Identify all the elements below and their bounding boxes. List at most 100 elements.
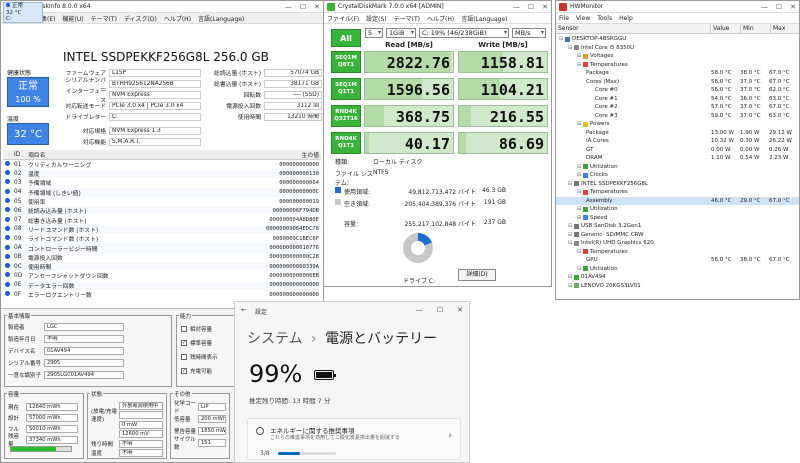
menu-item[interactable]: テーマ(T): [394, 14, 420, 23]
disk-tab[interactable]: 正常 32 °C C:: [3, 2, 43, 23]
sensor-row[interactable]: Package 13.00 W 1.90 W 29.12 W: [556, 129, 799, 138]
maximize-icon[interactable]: ☐: [776, 3, 782, 11]
table-row[interactable]: 08 リードコマンド数 (ホスト) 00000009064EDC78: [3, 224, 321, 235]
sensor-row[interactable]: IA Cores 10.32 W 0.30 W 26.22 W: [556, 137, 799, 146]
sensor-row[interactable]: ⊟ Temperatures: [556, 248, 799, 257]
breadcrumb-current: 電源とバッテリー: [325, 331, 438, 347]
capability-checkbox[interactable]: 残時間表示: [181, 352, 218, 361]
sensor-row[interactable]: ⊟ Clocks: [556, 171, 799, 180]
sensor-row[interactable]: Cores (Max) 58.0 °C 37.0 °C 67.0 °C: [556, 78, 799, 87]
table-row[interactable]: 09 ライトコマンド数 (ホスト) 0000009C1BEC6F: [3, 234, 321, 243]
table-row[interactable]: 0B 電源投入回数 000000000000C28: [3, 253, 321, 262]
test-button[interactable]: SEQ1M Q8T1: [331, 51, 361, 73]
capability-checkbox[interactable]: ✓ 標準容量: [181, 338, 212, 347]
sensor-row[interactable]: ⊟ Speed: [556, 214, 799, 223]
minimize-icon[interactable]: —: [513, 3, 520, 11]
table-row[interactable]: 05 使用率 000000000019: [3, 197, 321, 206]
sensor-row[interactable]: GT 0.00 W 0.00 W 0.26 W: [556, 146, 799, 155]
sensor-row[interactable]: Core #3 59.0 °C 37.0 °C 63.0 °C: [556, 112, 799, 121]
table-row[interactable]: 02 温度 000000000130: [3, 169, 321, 179]
table-row[interactable]: 0A コントローラービジー時間 000000000010776: [3, 243, 321, 253]
sensor-row[interactable]: ⊟ Generic- SD/MMC CRW: [556, 231, 799, 240]
sensor-row[interactable]: ⊟ LENOVO 20KGS3LV01: [556, 282, 799, 291]
health-badge[interactable]: 正常 100 %: [7, 77, 49, 107]
capability-checkbox[interactable]: 相対容量: [181, 324, 212, 333]
menu-item[interactable]: File: [559, 15, 569, 22]
sensor-row[interactable]: ⊟ Voltages: [556, 52, 799, 61]
minimize-icon[interactable]: —: [416, 306, 423, 314]
sensor-row[interactable]: ⊟ Utilization: [556, 163, 799, 172]
size-select[interactable]: 1GiB: [386, 28, 416, 38]
sensor-row[interactable]: Core #2 57.0 °C 37.0 °C 67.0 °C: [556, 103, 799, 112]
menu-item[interactable]: Tools: [597, 15, 612, 22]
menu-item[interactable]: ヘルプ(H): [427, 14, 454, 23]
all-button[interactable]: All: [331, 29, 361, 47]
capability-checkbox[interactable]: ✓ 充電可能: [181, 366, 212, 375]
close-icon[interactable]: ✕: [457, 306, 463, 314]
sensor-row[interactable]: ⊟ Intel(R) UHD Graphics 620: [556, 239, 799, 248]
menu-item[interactable]: テーマ(T): [91, 14, 117, 23]
sensor-row[interactable]: Core #0 56.0 °C 37.0 °C 62.0 °C: [556, 86, 799, 95]
table-row[interactable]: 06 総読み込み量 (ホスト) 00000006F794DB: [3, 206, 321, 216]
chevron-right-icon[interactable]: ›: [448, 431, 452, 441]
header-name[interactable]: 項目名: [26, 150, 203, 160]
minimize-icon[interactable]: —: [285, 3, 292, 11]
sensor-row[interactable]: ⊟ INTEL SSDPEKKF256G8L: [556, 180, 799, 189]
sensor-row[interactable]: Package 58.0 °C 38.0 °C 67.0 °C: [556, 69, 799, 78]
test-button[interactable]: RND4K Q32T16: [331, 105, 361, 127]
close-icon[interactable]: ✕: [542, 3, 548, 11]
table-row[interactable]: 04 予備領域 (しきい値) 00000000000C: [3, 187, 321, 197]
detail-button[interactable]: 詳細(D): [458, 269, 496, 281]
back-arrow-icon[interactable]: ←: [241, 306, 247, 314]
table-row[interactable]: 0E データエラー回数 000000000000000: [3, 280, 321, 290]
menu-item[interactable]: Help: [619, 15, 633, 22]
sensor-row[interactable]: Core #1 54.0 °C 36.0 °C 63.0 °C: [556, 95, 799, 104]
header-id[interactable]: ID: [12, 150, 26, 160]
close-icon[interactable]: ✕: [314, 3, 320, 11]
table-row[interactable]: 01 クリティカルワーニング 000000000000: [3, 160, 321, 169]
menu-item[interactable]: ファイル(F): [327, 14, 359, 23]
sensor-row[interactable]: GPU 56.0 °C 38.0 °C 67.0 °C: [556, 256, 799, 265]
temperature-badge[interactable]: 32 °C: [7, 123, 49, 145]
drive-select[interactable]: C: 19% (46/238GiB): [419, 28, 509, 38]
table-row[interactable]: 0D アンセーフシャットダウン回数 0000000000006EB: [3, 271, 321, 280]
header-raw[interactable]: 生の値: [202, 150, 321, 160]
minimize-icon[interactable]: —: [761, 3, 768, 11]
table-row[interactable]: 0C 使用時間 00000000000339A: [3, 261, 321, 272]
energy-recommendations-card[interactable]: エネルギーに関する推奨事項 これらの推奨事項を適用して二酸化炭素排出量を削減する…: [247, 418, 461, 460]
close-icon[interactable]: ✕: [790, 3, 796, 11]
breadcrumb-system[interactable]: システム: [247, 331, 303, 347]
sensor-row[interactable]: ⊟ USB SanDisk 3.2Gen1: [556, 222, 799, 231]
menu-item[interactable]: View: [576, 15, 590, 22]
col-sensor[interactable]: Sensor: [556, 24, 711, 33]
maximize-icon[interactable]: ☐: [300, 3, 306, 11]
table-row[interactable]: 03 予備領域 000000000064: [3, 178, 321, 187]
maximize-icon[interactable]: ☐: [437, 306, 443, 314]
maximize-icon[interactable]: ☐: [528, 3, 534, 11]
menu-item[interactable]: 機能(U): [63, 14, 84, 23]
menu-item[interactable]: 言語(Language): [198, 14, 244, 23]
col-min[interactable]: Min: [741, 24, 771, 33]
menu-item[interactable]: 設定(S): [366, 14, 387, 23]
sensor-row[interactable]: ⊟ Temperatures: [556, 188, 799, 197]
sensor-row[interactable]: ⊟ Powers: [556, 120, 799, 129]
sensor-row[interactable]: ⊟ Utilization: [556, 265, 799, 274]
sensor-row[interactable]: ⊟ 01AV494: [556, 273, 799, 282]
col-max[interactable]: Max: [771, 24, 799, 33]
test-button[interactable]: RND4K Q1T1: [331, 132, 361, 154]
sensor-row[interactable]: Assembly 46.0 °C 29.0 °C 67.0 °C: [556, 196, 799, 205]
menu-item[interactable]: 言語(Language): [461, 14, 507, 23]
sensor-row[interactable]: ⊟ Temperatures: [556, 61, 799, 70]
unit-select[interactable]: MB/s: [512, 28, 546, 38]
sensor-row[interactable]: ⊟ Intel Core i5 8350U: [556, 44, 799, 53]
sensor-row[interactable]: ⊟ DESKTOP-4BSRGGU: [556, 35, 799, 44]
test-button[interactable]: SEQ1M Q1T1: [331, 78, 361, 100]
table-row[interactable]: 0F エラーログエントリー数 000000000000000: [3, 290, 321, 299]
menu-item[interactable]: ヘルプ(H): [164, 14, 191, 23]
table-row[interactable]: 07 総書き込み量 (ホスト) 000000004A8D80E: [3, 215, 321, 225]
sensor-row[interactable]: DRAM 1.10 W 0.54 W 2.23 W: [556, 154, 799, 163]
count-select[interactable]: 5: [365, 28, 383, 38]
sensor-row[interactable]: ⊟ Utilization: [556, 205, 799, 214]
col-value[interactable]: Value: [711, 24, 741, 33]
menu-item[interactable]: ディスク(D): [124, 14, 157, 23]
